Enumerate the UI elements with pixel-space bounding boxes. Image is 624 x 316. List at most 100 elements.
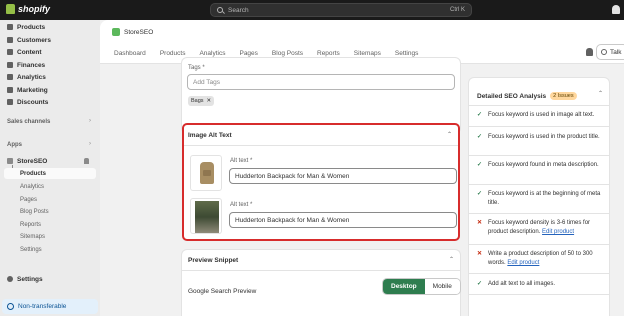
seo-issue-content: Write a product description of 50 to 300… xyxy=(488,250,601,268)
sidebar-item-finances[interactable]: Finances xyxy=(7,60,45,70)
divider xyxy=(469,273,609,274)
sidebar: Products Customers Content Finances Anal… xyxy=(0,20,100,316)
alt-text-input[interactable]: Hudderton Backpack for Man & Women xyxy=(229,168,457,184)
close-icon[interactable]: ✕ xyxy=(207,98,212,104)
chevron-right-icon[interactable]: › xyxy=(89,118,91,124)
desktop-toggle-button[interactable]: Desktop xyxy=(383,279,425,294)
checkmark-icon: ✓ xyxy=(477,134,483,140)
cross-icon: ✕ xyxy=(477,220,483,226)
preview-snippet-title: Preview Snippet xyxy=(188,257,239,264)
app-title-text: StoreSEO xyxy=(124,28,154,36)
seo-check-text: Focus keyword found in meta description. xyxy=(488,162,599,168)
tab-dashboard[interactable]: Dashboard xyxy=(114,50,146,57)
divider xyxy=(184,145,458,146)
divider xyxy=(469,155,609,156)
sidebar-item-analytics[interactable]: Analytics xyxy=(7,72,46,82)
seo-analysis-title: Detailed SEO Analysis 2 Issues xyxy=(477,92,577,100)
chat-icon xyxy=(601,49,607,55)
chevron-up-icon[interactable]: ⌃ xyxy=(447,131,452,138)
analytics-icon xyxy=(7,74,13,80)
search-placeholder: Search xyxy=(228,6,249,14)
image-alt-text-title: Image Alt Text xyxy=(188,132,232,139)
non-transferable-label: Non-transferable xyxy=(18,303,67,310)
chevron-up-icon[interactable]: ⌃ xyxy=(449,256,454,263)
edit-product-link[interactable]: Edit product xyxy=(507,260,539,266)
talk-button[interactable]: Talk xyxy=(596,44,624,60)
storeseo-logo-icon xyxy=(112,28,120,36)
chevron-right-icon[interactable]: › xyxy=(89,141,91,147)
seo-check-item: ✓ Focus keyword is used in the product ti… xyxy=(477,133,601,142)
pin-icon[interactable] xyxy=(84,158,89,164)
seo-check-item: ✓ Focus keyword is used in image alt text… xyxy=(477,111,601,120)
seo-analysis-card: Detailed SEO Analysis 2 Issues ⌃ ✓ Focus … xyxy=(469,78,609,316)
seo-check-item: ✓ Focus keyword found in meta description… xyxy=(477,161,601,170)
products-icon xyxy=(7,24,13,30)
sidebar-sub-blog-posts[interactable]: Blog Posts xyxy=(20,207,49,217)
image-alt-text-card: Image Alt Text ⌃ Alt text * Hudderton Ba… xyxy=(182,123,460,241)
seo-check-item: ✓ Focus keyword is at the beginning of me… xyxy=(477,190,601,208)
notification-bell-icon[interactable] xyxy=(612,5,620,14)
seo-check-text: Focus keyword is at the beginning of met… xyxy=(488,191,601,206)
brand-name: shopify xyxy=(18,4,51,14)
marketing-icon xyxy=(7,87,13,93)
tab-pages[interactable]: Pages xyxy=(239,50,257,57)
tab-reports[interactable]: Reports xyxy=(317,50,340,57)
divider xyxy=(469,105,609,106)
divider xyxy=(469,213,609,214)
tags-label: Tags * xyxy=(188,65,205,71)
alt-text-input[interactable]: Hudderton Backpack for Man & Women xyxy=(229,212,457,228)
customers-icon xyxy=(7,37,13,43)
seo-check-text: Focus keyword is used in image alt text. xyxy=(488,112,595,118)
sidebar-item-label: Customers xyxy=(17,36,51,44)
sidebar-item-content[interactable]: Content xyxy=(7,47,42,57)
top-bar: shopify Search Ctrl K xyxy=(0,0,624,20)
seo-check-item: ✓ Add alt text to all images. xyxy=(477,280,601,289)
app-title: StoreSEO xyxy=(112,28,153,36)
seo-check-text: Add alt text to all images. xyxy=(488,281,556,287)
tab-analytics[interactable]: Analytics xyxy=(199,50,225,57)
chevron-up-icon[interactable]: ⌃ xyxy=(598,90,603,97)
alt-text-label: Alt text * xyxy=(230,202,253,208)
sidebar-sub-settings[interactable]: Settings xyxy=(20,245,42,255)
sidebar-sub-reports[interactable]: Reports xyxy=(20,220,41,230)
mobile-toggle-button[interactable]: Mobile xyxy=(424,279,460,294)
sidebar-item-settings[interactable]: Settings xyxy=(7,274,43,284)
apps-label[interactable]: Apps xyxy=(7,142,22,148)
device-toggle: Desktop Mobile xyxy=(382,278,461,295)
finances-icon xyxy=(7,62,13,68)
tags-card: Tags * Add Tags Bags ✕ xyxy=(182,58,460,133)
search-bar[interactable]: Search Ctrl K xyxy=(210,3,472,17)
shopify-logo[interactable]: shopify xyxy=(6,4,50,14)
google-preview-label: Google Search Preview xyxy=(188,288,257,295)
edit-product-link[interactable]: Edit product xyxy=(542,229,574,235)
sidebar-item-products[interactable]: Products xyxy=(7,22,45,32)
tab-sitemaps[interactable]: Sitemaps xyxy=(354,50,381,57)
preview-snippet-card: Preview Snippet ⌃ Google Search Preview … xyxy=(182,250,461,316)
sidebar-item-customers[interactable]: Customers xyxy=(7,35,51,45)
checkmark-icon: ✓ xyxy=(477,162,483,168)
non-transferable-banner[interactable]: Non-transferable xyxy=(2,299,98,314)
sidebar-sub-products[interactable]: Products xyxy=(20,169,46,179)
seo-issue-item: ✕ Focus keyword density is 3-6 times for … xyxy=(477,219,601,237)
sidebar-sub-analytics[interactable]: Analytics xyxy=(20,182,44,192)
app-notification-icon[interactable] xyxy=(586,48,593,56)
app-tabs: Dashboard Products Analytics Pages Blog … xyxy=(114,50,418,57)
sidebar-item-discounts[interactable]: Discounts xyxy=(7,97,48,107)
tab-products[interactable]: Products xyxy=(160,50,186,57)
seo-analysis-title-text: Detailed SEO Analysis xyxy=(477,92,547,100)
tags-input[interactable]: Add Tags xyxy=(187,74,455,90)
sidebar-sub-sitemaps[interactable]: Sitemaps xyxy=(20,232,45,242)
divider xyxy=(469,126,609,127)
tab-settings[interactable]: Settings xyxy=(395,50,419,57)
divider xyxy=(469,184,609,185)
tab-blog-posts[interactable]: Blog Posts xyxy=(272,50,303,57)
content-icon xyxy=(7,49,13,55)
sidebar-item-marketing[interactable]: Marketing xyxy=(7,85,48,95)
sidebar-sub-pages[interactable]: Pages xyxy=(20,195,37,205)
sales-channels-label[interactable]: Sales channels xyxy=(7,119,50,125)
checkmark-icon: ✓ xyxy=(477,281,483,287)
shopify-bag-icon xyxy=(6,4,15,14)
alt-text-label: Alt text * xyxy=(230,158,253,164)
gear-icon xyxy=(7,276,13,282)
divider xyxy=(182,270,460,271)
